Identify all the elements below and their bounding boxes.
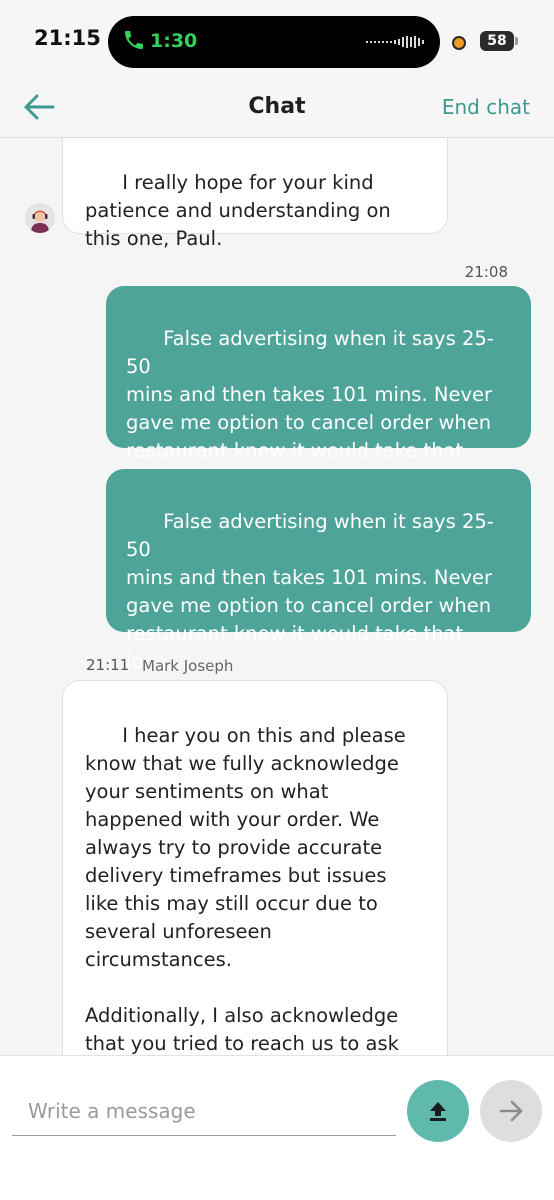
agent-avatar-icon (25, 203, 55, 233)
audio-waveform-icon (366, 36, 424, 48)
call-timer: 1:30 (150, 30, 198, 52)
recording-indicator (452, 36, 466, 50)
sender-name: Mark Joseph (142, 657, 234, 675)
message-timestamp: 21:08 (464, 263, 508, 281)
agent-avatar (25, 203, 55, 233)
phone-icon (125, 31, 143, 49)
message-composer (0, 1055, 554, 1200)
incoming-message: I really hope for your kind patience and… (62, 138, 448, 250)
outgoing-message: False advertising when it says 25-50 min… (106, 469, 531, 673)
chat-screen: 21:15 1:30 58 Chat End chat I really hop… (0, 0, 554, 1200)
status-bar: 21:15 1:30 58 (0, 0, 554, 80)
send-button[interactable] (480, 1080, 542, 1142)
status-time: 21:15 (34, 26, 101, 50)
arrow-right-icon (499, 1100, 523, 1122)
battery-icon: 58 (480, 31, 514, 51)
message-text: False advertising when it says 25-50 min… (126, 510, 494, 673)
message-input[interactable] (12, 1086, 396, 1136)
outgoing-message: False advertising when it says 25-50 min… (106, 286, 531, 490)
message-timestamp: 21:11 (86, 656, 130, 674)
incoming-message: I hear you on this and please know that … (62, 680, 448, 1055)
dynamic-island[interactable]: 1:30 (108, 16, 440, 68)
message-list[interactable]: I really hope for your kind patience and… (0, 138, 554, 1055)
chat-header: Chat End chat (0, 80, 554, 138)
upload-button[interactable] (407, 1080, 469, 1142)
message-text: I really hope for your kind patience and… (85, 171, 391, 250)
end-chat-button[interactable]: End chat (442, 95, 530, 119)
upload-icon (430, 1102, 446, 1121)
message-text: I hear you on this and please know that … (85, 724, 406, 1055)
message-text: False advertising when it says 25-50 min… (126, 327, 494, 490)
battery-tip (515, 37, 518, 45)
